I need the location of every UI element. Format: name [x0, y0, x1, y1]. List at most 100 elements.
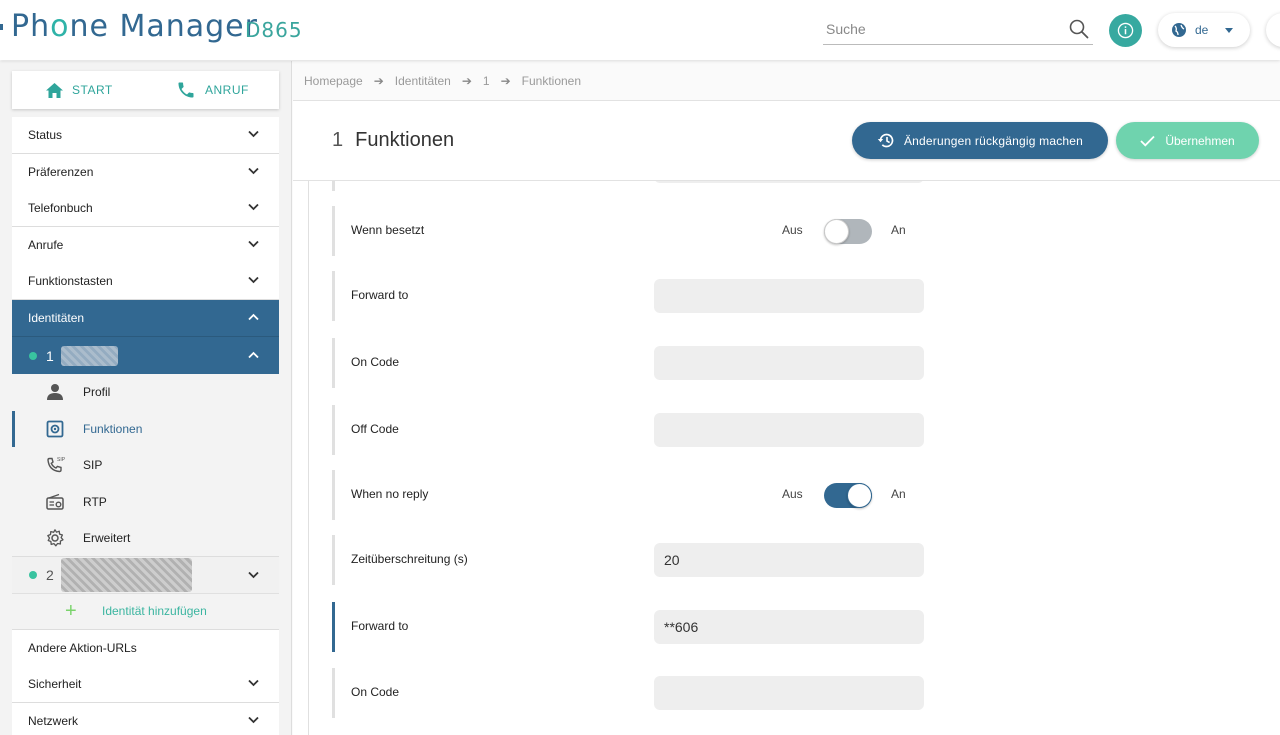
gear-icon — [47, 529, 64, 547]
sidebar-item-label: Präferenzen — [28, 164, 94, 179]
busy-on-code-input[interactable] — [654, 346, 924, 380]
row-busy-forward-to: Forward to — [332, 271, 924, 321]
radio-icon — [46, 493, 64, 510]
breadcrumb-item-functions: Funktionen — [521, 73, 582, 88]
info-icon — [1117, 22, 1134, 39]
sidebar-item-calls[interactable]: Anrufe — [12, 226, 279, 264]
function-settings-icon — [46, 420, 64, 437]
row-label: Forward to — [351, 288, 409, 302]
row-label: When no reply — [351, 487, 429, 501]
start-label: START — [72, 83, 113, 97]
search-icon[interactable] — [1069, 19, 1089, 44]
sidebar-item-status[interactable]: Status — [12, 117, 279, 154]
app-header: Phone Manager D865 de — [0, 0, 1280, 60]
history-icon — [877, 133, 894, 148]
row-indicator — [332, 271, 335, 321]
sidebar-item-network[interactable]: Netzwerk — [12, 702, 279, 735]
language-selector[interactable]: de — [1158, 13, 1250, 47]
identity-number: 2 — [46, 566, 54, 583]
row-label: On Code — [351, 685, 400, 699]
add-identity-button[interactable]: + Identität hinzufügen — [12, 592, 279, 630]
call-label: ANRUF — [205, 83, 249, 97]
identity-2-item[interactable]: 2 — [12, 555, 279, 593]
language-label: de — [1195, 23, 1209, 37]
sidebar-item-function-keys[interactable]: Funktionstasten — [12, 263, 279, 300]
apply-button[interactable]: Übernehmen — [1116, 122, 1259, 159]
sidebar-subitem-sip[interactable]: SIP SIP — [12, 447, 279, 484]
caret-down-icon — [1225, 28, 1233, 33]
row-indicator — [332, 535, 335, 585]
home-icon — [46, 82, 63, 98]
no-reply-toggle[interactable] — [824, 483, 872, 508]
row-indicator — [332, 470, 335, 520]
page-title-text: Funktionen — [355, 129, 455, 151]
identity-1-item[interactable]: 1 — [12, 337, 279, 374]
chevron-down-icon — [248, 167, 259, 174]
row-label: On Code — [351, 355, 400, 369]
redacted-identity-name — [60, 557, 192, 592]
header-overflow-button[interactable] — [1266, 13, 1280, 47]
sidebar-subitem-functions[interactable]: Funktionen — [12, 410, 279, 447]
chevron-down-icon — [248, 130, 259, 138]
sidebar-item-label: Funktionstasten — [28, 274, 113, 288]
check-icon — [1140, 135, 1155, 147]
menu-edge-icon[interactable] — [0, 24, 3, 30]
arrow-right-icon: ➔ — [500, 73, 511, 88]
busy-forward-to-input[interactable] — [654, 279, 924, 313]
row-no-reply-forward-to: Forward to — [332, 602, 924, 652]
busy-forward-toggle[interactable] — [824, 219, 872, 244]
row-indicator — [332, 338, 335, 388]
plus-icon: + — [65, 599, 77, 622]
sidebar-item-action-urls[interactable]: Andere Aktion-URLs — [12, 629, 279, 667]
breadcrumb-item-identities[interactable]: Identitäten — [395, 74, 451, 88]
busy-off-code-input[interactable] — [654, 413, 924, 447]
timeout-input[interactable] — [654, 543, 924, 577]
previous-row-field[interactable] — [654, 181, 924, 183]
sidebar-item-security[interactable]: Sicherheit — [12, 666, 279, 703]
sidebar-item-identities[interactable]: Identitäten — [12, 300, 279, 337]
chevron-down-icon — [248, 716, 259, 723]
breadcrumb-item-identity-1[interactable]: 1 — [483, 74, 490, 88]
row-label: Forward to — [351, 619, 409, 633]
sidebar-subitem-profile[interactable]: Profil — [12, 374, 279, 411]
apply-label: Übernehmen — [1165, 133, 1235, 148]
revert-changes-button[interactable]: Änderungen rückgängig machen — [852, 122, 1108, 159]
sidebar-item-label: Andere Aktion-URLs — [28, 640, 137, 655]
breadcrumb-item-homepage[interactable]: Homepage — [304, 74, 363, 88]
subitem-label: Erweitert — [83, 531, 131, 546]
chevron-down-icon — [248, 240, 259, 247]
sidebar-item-label: Status — [28, 128, 63, 142]
search-input[interactable] — [823, 16, 1053, 42]
toggle-on-label: An — [891, 223, 906, 237]
row-indicator — [332, 668, 335, 718]
chevron-down-icon — [248, 203, 259, 211]
row-busy-off-code: Off Code — [332, 405, 924, 455]
subitem-label: RTP — [83, 494, 107, 509]
sidebar-subitem-rtp[interactable]: RTP — [12, 483, 279, 520]
sidebar-item-preferences[interactable]: Präferenzen — [12, 153, 279, 191]
start-button[interactable]: START — [46, 71, 113, 109]
status-dot — [29, 570, 37, 579]
sidebar-item-label: Anrufe — [28, 237, 64, 252]
add-identity-label: Identität hinzufügen — [102, 604, 207, 618]
settings-form: Wenn besetzt Aus An Forward to On Code O… — [293, 181, 1280, 735]
info-button[interactable] — [1109, 14, 1142, 47]
no-reply-on-code-input[interactable] — [654, 676, 924, 710]
breadcrumb: Homepage ➔ Identitäten ➔ 1 ➔ Funktionen — [293, 61, 1280, 101]
sidebar-subitem-advanced[interactable]: Erweitert — [12, 520, 279, 557]
call-button[interactable]: ANRUF — [176, 71, 249, 109]
toggle-on-label: An — [891, 487, 906, 501]
quick-actions: START ANRUF — [12, 71, 279, 109]
sidebar-item-phonebook[interactable]: Telefonbuch — [12, 190, 279, 227]
page-header: 1 Funktionen Änderungen rückgängig machen… — [293, 101, 1280, 181]
page-title-number: 1 — [332, 129, 344, 151]
no-reply-forward-to-input[interactable] — [654, 610, 924, 644]
person-icon — [47, 384, 63, 400]
device-model: D865 — [245, 18, 303, 42]
arrow-right-icon: ➔ — [373, 73, 384, 88]
globe-icon — [1172, 23, 1186, 37]
row-label: Wenn besetzt — [351, 223, 425, 237]
phone-icon — [178, 82, 194, 98]
arrow-right-icon: ➔ — [461, 73, 472, 88]
svg-text:SIP: SIP — [57, 457, 65, 463]
